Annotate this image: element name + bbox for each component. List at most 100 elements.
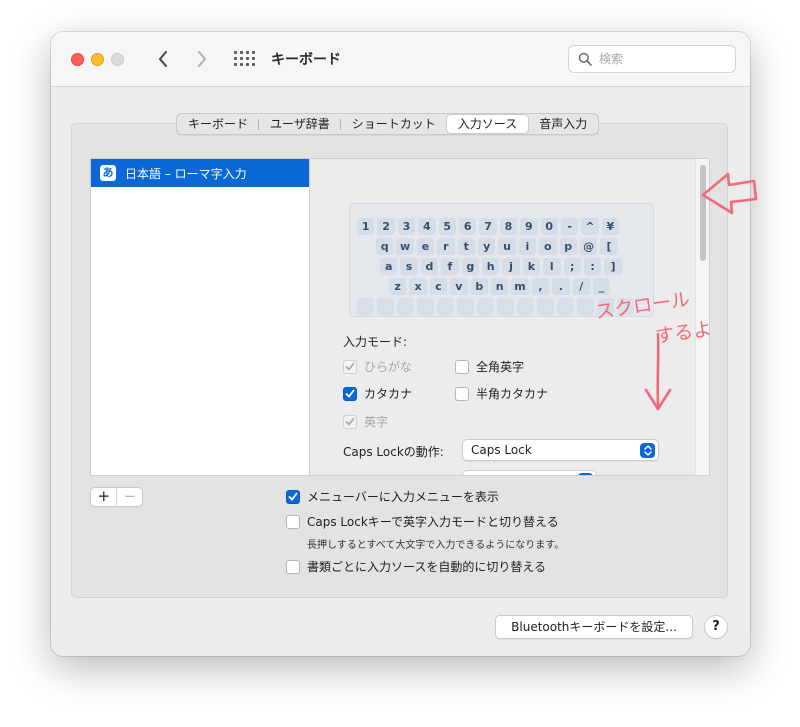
keyboard-key: x (409, 278, 427, 295)
tab-user-dictionary[interactable]: ユーザ辞書 (259, 114, 341, 134)
keyboard-key: e (416, 238, 435, 255)
auto-switch-option[interactable]: 書類ごとに入力ソースを自動的に切り替える (286, 558, 546, 575)
tab-bar: キーボード ユーザ辞書 ショートカット 入力ソース 音声入力 (176, 113, 600, 135)
close-window-button[interactable] (71, 53, 84, 66)
keyboard-key: . (552, 278, 570, 295)
keyboard-key: 5 (438, 218, 456, 235)
mode-hiragana-checkbox[interactable] (343, 359, 357, 374)
select-arrows-icon (578, 473, 593, 475)
mode-roman-checkbox[interactable] (343, 414, 357, 429)
show-input-menu-checkbox[interactable] (286, 489, 300, 504)
keyboard-key: y (477, 238, 496, 255)
mode-halfwidth-katakana-label: 半角カタカナ (476, 387, 549, 401)
checkmark-icon (288, 492, 298, 501)
minimize-window-button[interactable] (91, 53, 104, 66)
keyboard-key: 4 (418, 218, 436, 235)
keyboard-key: ] (604, 258, 622, 275)
checkmark-icon (345, 417, 355, 426)
keyboard-key: 7 (479, 218, 497, 235)
tab-input-sources[interactable]: 入力ソース (446, 115, 529, 133)
keyboard-key: j (502, 258, 520, 275)
caps-lock-action-select[interactable]: Caps Lock (462, 439, 659, 461)
keyboard-key: ¥ (601, 218, 620, 235)
title-bar: キーボード (51, 32, 750, 87)
show-all-grid-icon[interactable] (234, 51, 255, 67)
add-input-source-button[interactable]: + (91, 488, 116, 506)
mode-fullwidth-roman-checkbox[interactable] (455, 359, 469, 374)
back-button[interactable] (152, 48, 174, 70)
keyboard-key: a (380, 258, 398, 275)
keyboard-key: u (498, 238, 516, 255)
keyboard-row-space (357, 298, 634, 315)
caps-lock-action-value: Caps Lock (471, 443, 532, 457)
mode-fullwidth-roman[interactable]: 全角英字 (455, 358, 524, 375)
keyboard-key: q (376, 238, 394, 255)
show-input-menu-option[interactable]: メニューバーに入力メニューを表示 (286, 488, 499, 505)
mode-halfwidth-katakana-checkbox[interactable] (455, 386, 469, 401)
keyboard-key: z (389, 278, 407, 295)
keyboard-key: : (583, 258, 602, 275)
annotation-arrow-down-icon (644, 332, 672, 411)
keyboard-key: r (437, 238, 455, 255)
tab-dictation[interactable]: 音声入力 (528, 114, 598, 134)
auto-switch-checkbox[interactable] (286, 559, 300, 574)
keyboard-key: h (481, 258, 500, 275)
chevron-right-icon (198, 51, 206, 67)
keyboard-key: m (511, 278, 529, 295)
keyboard-key: 2 (377, 218, 395, 235)
help-button[interactable]: ? (704, 615, 728, 639)
keyboard-key: v (450, 278, 468, 295)
annotation-arrow-left-icon (701, 172, 758, 215)
keyboard-key: @ (579, 238, 598, 255)
keyboard-key: ; (563, 258, 581, 275)
window-title: キーボード (271, 52, 341, 68)
mode-fullwidth-roman-label: 全角英字 (476, 360, 525, 374)
keyboard-key: 0 (540, 218, 558, 235)
input-mode-label: 入力モード: (343, 335, 408, 349)
caps-switch-option[interactable]: Caps Lockキーで英字入力モードと切り替える (286, 513, 559, 530)
search-input[interactable] (599, 50, 729, 68)
keyboard-key: w (396, 238, 414, 255)
forward-button[interactable] (191, 48, 213, 70)
caps-switch-checkbox[interactable] (286, 514, 300, 529)
keyboard-key: b (470, 278, 488, 295)
mode-hiragana-label: ひらがな (364, 360, 413, 374)
keyboard-key: p (559, 238, 577, 255)
remove-input-source-button[interactable]: − (116, 488, 142, 506)
keyboard-key: _ (592, 278, 611, 295)
setup-bluetooth-keyboard-button[interactable]: Bluetoothキーボードを設定... (495, 615, 693, 639)
caps-lock-action-label: Caps Lockの動作: (343, 445, 444, 459)
checkmark-icon (345, 389, 355, 398)
caps-switch-label: Caps Lockキーで英字入力モードと切り替える (307, 515, 559, 529)
keyboard-key: - (560, 218, 579, 235)
keyboard-row-home: a s d f g h j k l;:] (380, 258, 622, 275)
keyboard-key: d (420, 258, 439, 275)
keyboard-key: 8 (499, 218, 518, 235)
auto-switch-label: 書類ごとに入力ソースを自動的に切り替える (307, 560, 547, 574)
search-field[interactable] (568, 45, 736, 73)
keyboard-key: c (429, 278, 448, 295)
partial-select-below[interactable] (462, 470, 597, 475)
input-source-list: あ 日本語 – ローマ字入力 (90, 158, 310, 476)
keyboard-key: f (441, 258, 459, 275)
zoom-window-button[interactable] (111, 53, 124, 66)
checkmark-icon (345, 362, 355, 371)
mode-roman[interactable]: 英字 (343, 413, 388, 430)
keyboard-key: [ (600, 238, 618, 255)
mode-katakana-checkbox[interactable] (343, 386, 357, 401)
tab-shortcuts[interactable]: ショートカット (341, 114, 447, 134)
list-add-remove-buttons: + − (90, 487, 143, 507)
mode-katakana[interactable]: カタカナ (343, 385, 412, 402)
keyboard-key: / (572, 278, 590, 295)
keyboard-key: 6 (458, 218, 477, 235)
keyboard-key: n (490, 278, 509, 295)
mode-halfwidth-katakana[interactable]: 半角カタカナ (455, 385, 548, 402)
mode-katakana-label: カタカナ (364, 387, 413, 401)
tab-keyboard[interactable]: キーボード (177, 114, 260, 134)
keyboard-key: o (539, 238, 557, 255)
hiragana-a-icon: あ (100, 165, 116, 181)
mode-hiragana[interactable]: ひらがな (343, 358, 412, 375)
keyboard-key: i (518, 238, 537, 255)
keyboard-key: 3 (397, 218, 416, 235)
list-item-japanese-romaji[interactable]: あ 日本語 – ローマ字入力 (91, 159, 310, 187)
